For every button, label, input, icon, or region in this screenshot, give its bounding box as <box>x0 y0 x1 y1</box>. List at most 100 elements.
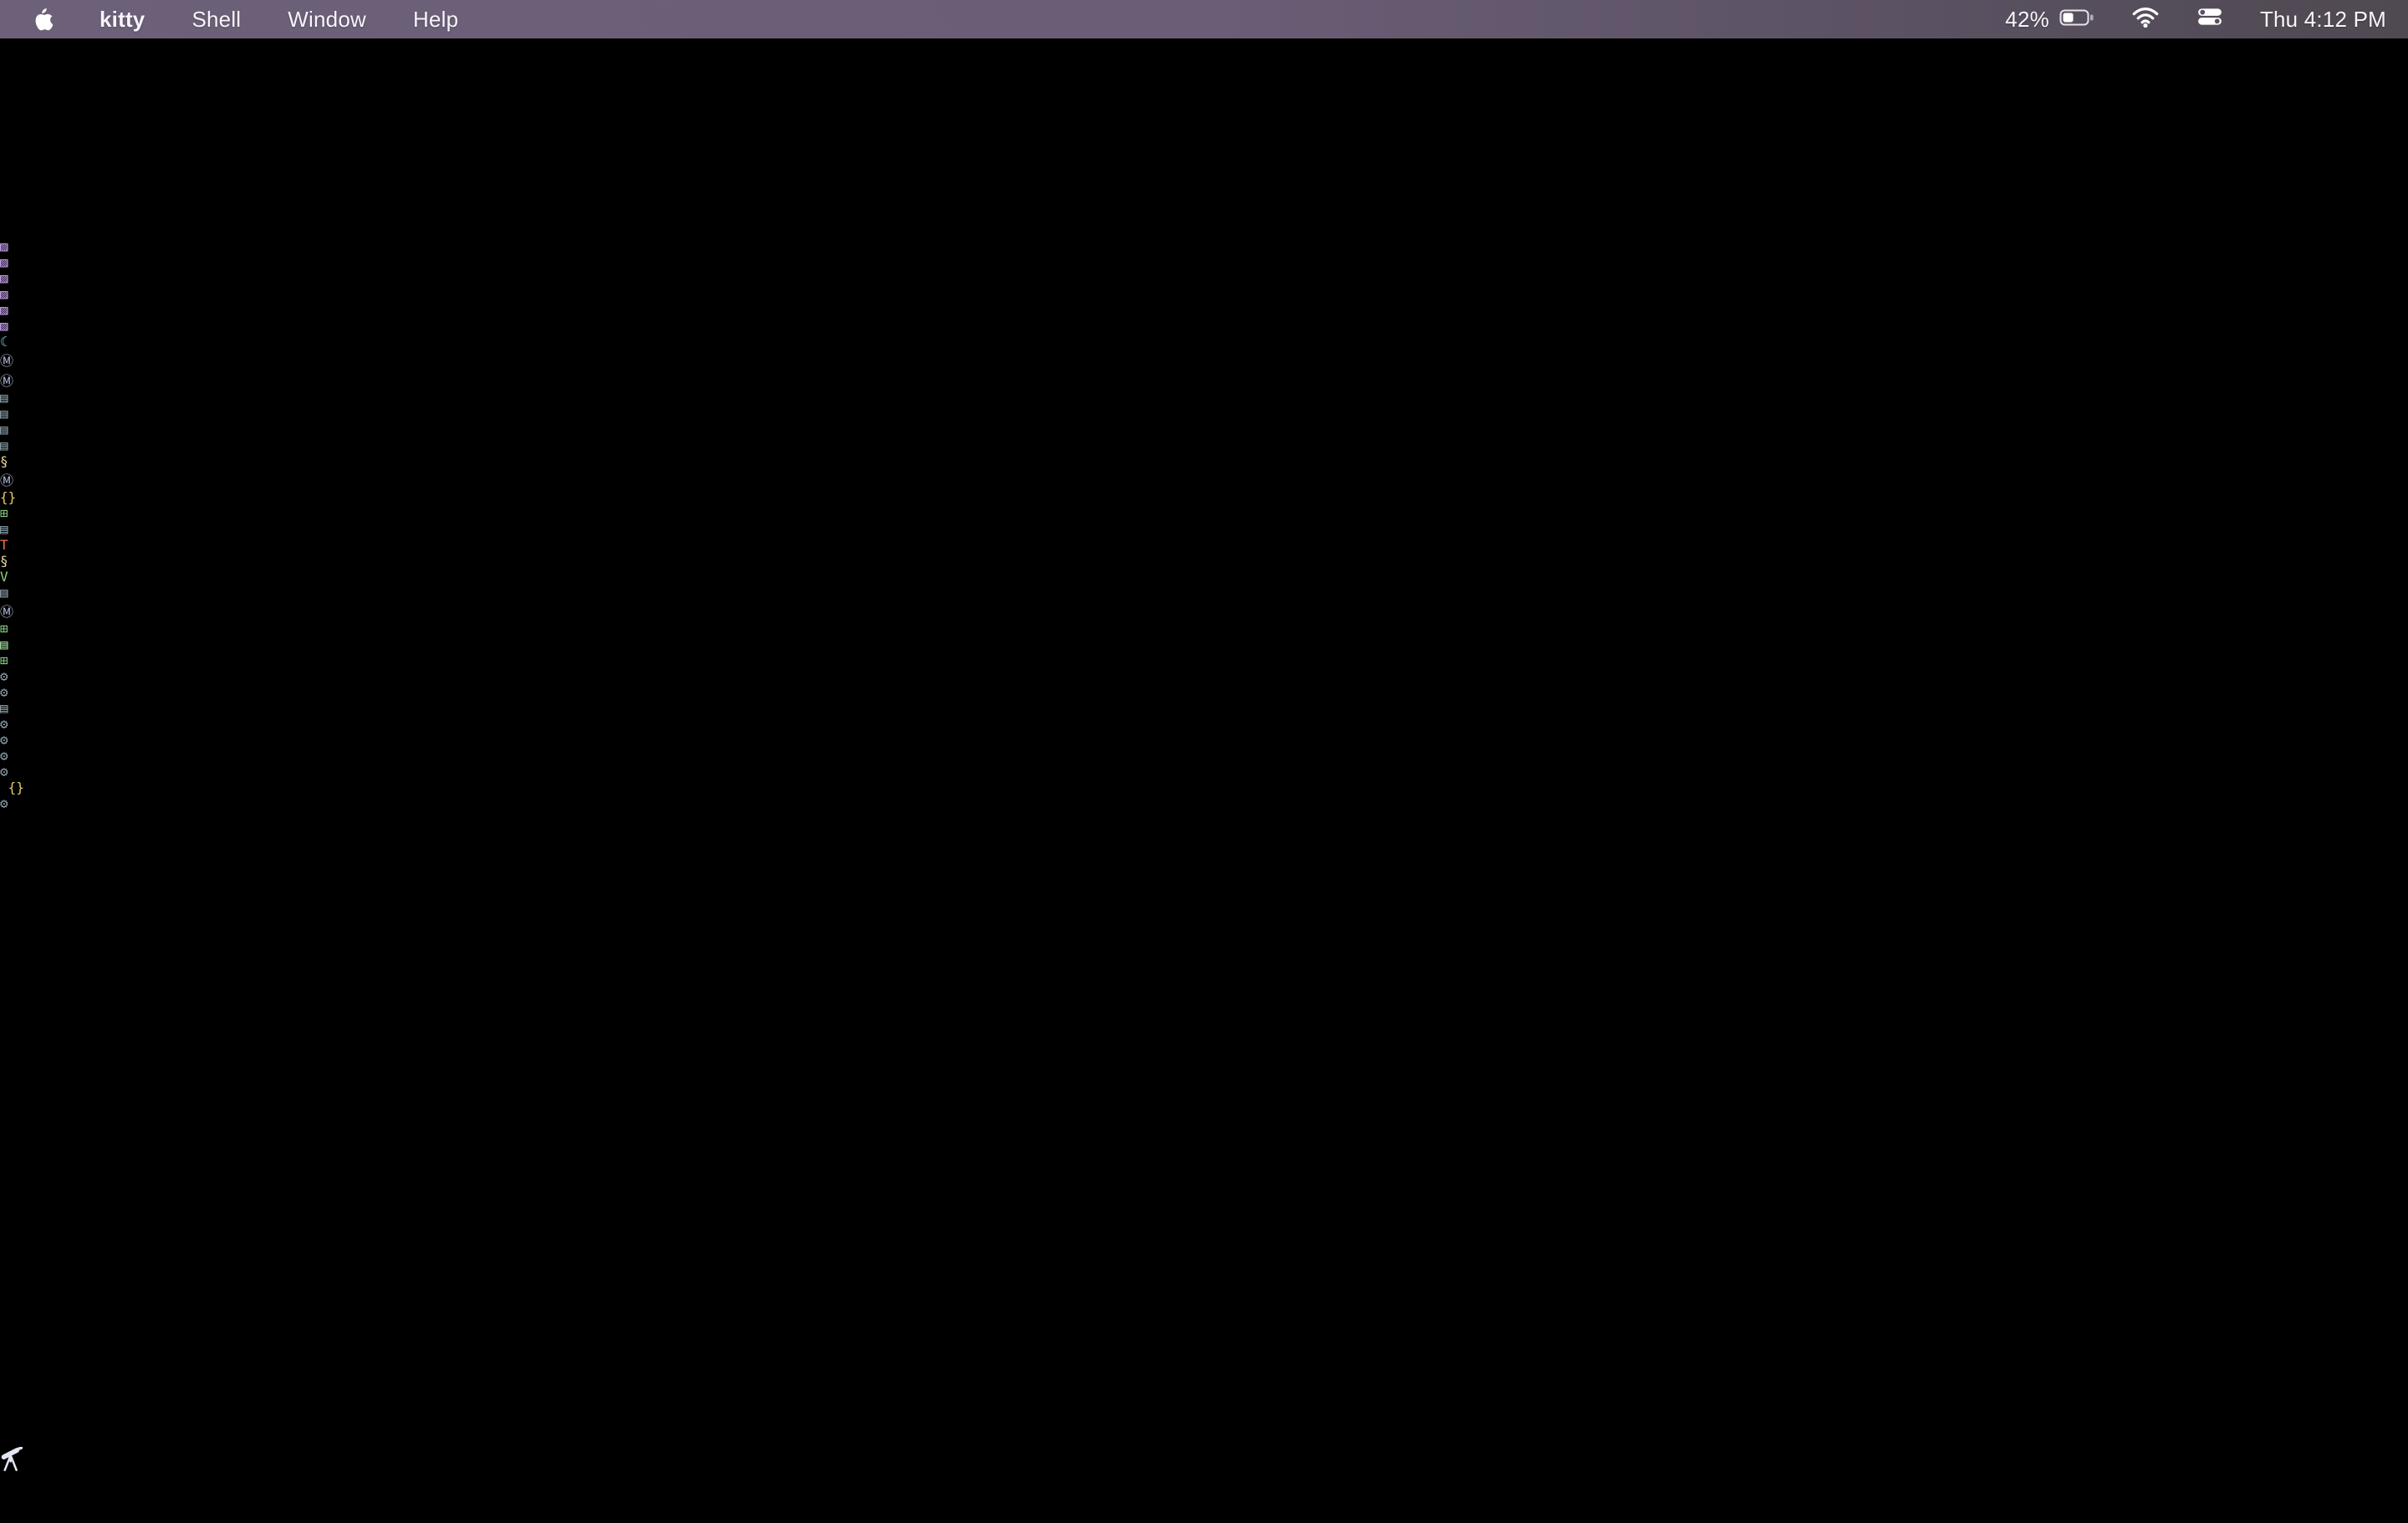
explorer-entry[interactable]: yabai/ <box>0 191 2408 207</box>
result-path: tmux/plugins/tmux/CONTRIBUTING.md <box>13 373 279 389</box>
result-row[interactable]: Tstarship.toml <box>0 537 2408 553</box>
preview-line: "modules": [ <box>0 986 2408 1002</box>
results-counter: 148 / 148 <box>33 1459 106 1475</box>
result-row[interactable]: §tmux/plugins/tmux/LICENSE <box>0 453 2408 469</box>
explorer-entry[interactable]: fastfetch/ <box>0 64 2408 79</box>
result-row[interactable]: ▤tmux/plugins/tmux/themes/catppuccin_mac… <box>0 406 2408 422</box>
markdown-icon: Ⓜ <box>0 353 13 369</box>
menu-item-shell[interactable]: Shell <box>191 7 241 33</box>
result-row[interactable]: ▤tmux/plugins/tmux/themes/catppuccin_moc… <box>0 437 2408 453</box>
gear-icon: ⚙ <box>0 684 8 700</box>
vim-icon: V <box>0 569 8 585</box>
result-path: tmux/plugins/tmux/assets/macchiato.webp <box>8 318 323 334</box>
preview-line: { <box>0 1304 2408 1320</box>
explorer-entry[interactable]: tmux/ <box>0 159 2408 175</box>
doc-icon: ▤ <box>0 422 8 437</box>
menu-bar: kitty Shell Window Help 42% <box>0 0 2408 38</box>
preview-line: "keyColor": "31", <box>0 1177 2408 1193</box>
file-preview-panel: File Preview {"$schema": "https://github… <box>0 811 2408 1431</box>
result-row[interactable]: ▨tmux/plugins/tmux/assets/mocha.webp <box>0 302 2408 318</box>
result-row[interactable]: ▨tmux/plugins/tmux/assets/config3.png <box>0 238 2408 254</box>
preview-line: "break", <box>0 1034 2408 1050</box>
result-path: tmux/plugins/tmux/CHANGELOG.md <box>13 473 255 488</box>
preview-line: "format": "{} (brew)", <box>0 1240 2408 1256</box>
preview-line: "type": "shell", <box>0 1320 2408 1336</box>
result-row[interactable]: →{}fastfetch/config.jsonc <box>0 779 2408 795</box>
result-path: tmux/plugins/tmux/themes/catppuccin_macc… <box>8 406 452 422</box>
buffer-name: [No Name] <box>0 1475 73 1491</box>
result-row[interactable]: {}tmux/plugins/tmux/renovate.json <box>0 489 2408 505</box>
result-path: kitty/themes/carbonfox.conf <box>8 732 226 748</box>
result-row[interactable]: ▨tmux/plugins/tmux/assets/frappe.webp <box>0 286 2408 302</box>
result-row[interactable]: ⚙kitty/kitty.conf <box>0 684 2408 700</box>
result-row[interactable]: ▨tmux/plugins/tmux/assets/macchiato.webp <box>0 318 2408 334</box>
macos-dock: $W <box>0 1507 2408 1523</box>
result-row[interactable]: ⊞tmux/plugins/vim-tmux-navigator/vim-tmu… <box>0 621 2408 636</box>
preview-line: }, <box>0 922 2408 938</box>
result-path: tmux/plugins/tmux/assets/config3.png <box>8 238 298 254</box>
result-row[interactable]: ☾wezterm/wezterm.lua <box>0 334 2408 350</box>
explorer-entry[interactable]: kitty/ <box>0 95 2408 111</box>
result-row[interactable]: Ⓜtmux/plugins/tmux/CONTRIBUTING.md <box>0 370 2408 390</box>
find-files-input[interactable]: 148 / 148 <box>0 1447 2408 1475</box>
preview-line: { <box>0 1050 2408 1066</box>
result-path: tmux/plugins/tmux/README.md <box>13 353 231 369</box>
doc-icon: ▤ <box>0 406 8 422</box>
result-row[interactable]: ⚙kitty/themes/Catppuccin_Mocha.conf <box>0 764 2408 779</box>
result-path: tmux/plugins/tmux/LICENSE <box>8 453 210 469</box>
explorer-entry[interactable]: git/ <box>0 79 2408 95</box>
battery-status[interactable]: 42% <box>2005 7 2094 33</box>
result-path: wezterm/wezterm.lua <box>8 334 161 350</box>
result-row[interactable]: §tmux/plugins/vim-tmux-navigator/License… <box>0 553 2408 569</box>
menu-clock[interactable]: Thu 4:12 PM <box>2260 7 2386 33</box>
result-row[interactable]: ▤tmux/plugins/tmux/themes/catppuccin_fra… <box>0 390 2408 406</box>
result-row[interactable]: ▨tmux/plugins/tmux/assets/config2.png <box>0 254 2408 270</box>
result-row[interactable]: ▨tmux/plugins/tmux/assets/latte.webp <box>0 270 2408 286</box>
explorer-entry[interactable]: nvim/ <box>0 111 2408 127</box>
result-path: starship.toml <box>8 537 113 553</box>
find-files-panel: Find Files 148 / 148 <box>0 1431 2408 1475</box>
preview-line: "keyColor": "31" <box>0 1097 2408 1113</box>
result-row[interactable]: Ⓜtmux/plugins/vim-tmux-navigator/README.… <box>0 601 2408 621</box>
explorer-entry[interactable]: sketchybar/ <box>0 127 2408 143</box>
result-path: tmux/tmux.conf <box>8 652 121 668</box>
result-path: kitty/kitty.conf <box>8 684 137 700</box>
result-row[interactable]: ▤tmux/plugins/vim-tmux-navigator/doc/tmu… <box>0 636 2408 652</box>
explorer-entry[interactable]: skhd/ <box>0 143 2408 159</box>
result-row[interactable]: ▤tmux/plugins/tmux/themes/catppuccin_lat… <box>0 422 2408 437</box>
result-path: tmux/plugins/tmux/tmux.tera <box>8 521 226 537</box>
preview-line: { <box>0 827 2408 843</box>
vim-statusline: [No Name] <box>0 1475 2408 1491</box>
menu-item-help[interactable]: Help <box>413 7 458 33</box>
results-panel-title: Results <box>0 222 56 238</box>
result-row[interactable]: ⊞tmux/tmux.conf <box>0 652 2408 668</box>
license-icon: § <box>0 453 8 469</box>
menu-item-app[interactable]: kitty <box>99 7 145 33</box>
apple-menu-icon[interactable] <box>33 8 53 31</box>
result-row[interactable]: ⚙kitty/themes/carbonfox.conf <box>0 732 2408 748</box>
preview-line: "top": 2 <box>0 891 2408 907</box>
explorer-entry[interactable]: starship.toml <box>0 207 2408 222</box>
control-center-icon[interactable] <box>2196 7 2223 33</box>
preview-line: "type": "packages", <box>0 1224 2408 1240</box>
result-row[interactable]: Ⓜtmux/plugins/tmux/README.md <box>0 350 2408 370</box>
wifi-icon[interactable] <box>2131 6 2160 33</box>
menu-item-window[interactable]: Window <box>288 7 366 33</box>
result-row[interactable]: ▤tmux/plugins/tmux/tmux.tera <box>0 521 2408 537</box>
result-row[interactable]: ▤kitty/kitty-dark.icns <box>0 700 2408 716</box>
explorer-entry[interactable]: btop/ <box>0 48 2408 64</box>
result-row[interactable]: ⚙git/config <box>0 795 2408 811</box>
result-row[interactable]: ⚙kitty/themes/Rose_Pine.conf <box>0 716 2408 732</box>
result-row[interactable]: Ⓜtmux/plugins/tmux/CHANGELOG.md <box>0 469 2408 489</box>
result-row[interactable]: Vtmux/plugins/vim-tmux-navigator/plugin/… <box>0 569 2408 585</box>
result-row[interactable]: ⊞tmux/plugins/tmux/catppuccin.tmux <box>0 505 2408 521</box>
result-path: tmux/plugins/tmux/assets/mocha.webp <box>8 302 290 318</box>
json-icon: {} <box>8 779 24 795</box>
vim-ruler-row: 1,5-3 All <box>0 1491 2408 1507</box>
keycap-sw-dock-icon[interactable]: $W <box>0 1507 2408 1523</box>
preview-line: "type": "wm", <box>0 1415 2408 1431</box>
result-row[interactable]: ▤tmux/plugins/vim-tmux-navigator/pattern… <box>0 585 2408 601</box>
result-row[interactable]: ⚙btop/btop.conf <box>0 668 2408 684</box>
explorer-entry[interactable]: wezterm/ <box>0 175 2408 191</box>
result-row[interactable]: ⚙kitty/themes/Gruvbox_Dark_Hard.conf <box>0 748 2408 764</box>
